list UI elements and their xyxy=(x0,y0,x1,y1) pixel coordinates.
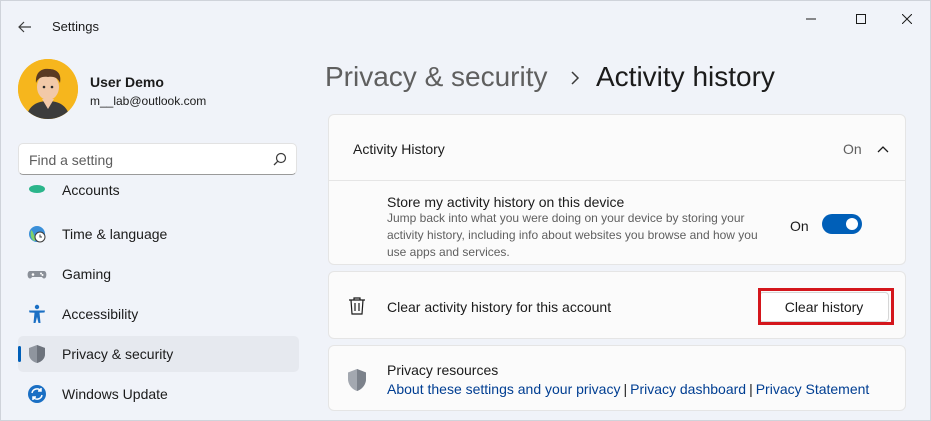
expander-title: Activity History xyxy=(353,141,445,157)
sidebar-item-label: Accessibility xyxy=(62,306,139,322)
store-activity-setting: Store my activity history on this device… xyxy=(328,181,906,265)
close-icon xyxy=(902,14,912,24)
search-input[interactable] xyxy=(29,150,259,170)
shield-icon xyxy=(27,344,47,364)
sidebar-item-label: Gaming xyxy=(62,266,112,282)
shield-icon xyxy=(348,369,366,391)
setting-title: Clear activity history for this account xyxy=(387,299,612,315)
accounts-icon xyxy=(27,184,47,204)
sidebar-item-windows-update[interactable]: Windows Update xyxy=(18,376,299,412)
clear-history-setting: Clear activity history for this account … xyxy=(328,271,906,339)
sidebar-item-label: Time & language xyxy=(62,226,168,242)
toggle-state-label: On xyxy=(790,218,809,234)
user-name: User Demo xyxy=(90,74,164,90)
link-separator: | xyxy=(623,381,628,397)
sidebar-nav: Accounts Time & language Gaming Accessib… xyxy=(18,179,299,421)
link-about-settings-privacy[interactable]: About these settings and your privacy xyxy=(387,381,620,397)
resources-links: About these settings and your privacy | Pr… xyxy=(387,381,869,397)
link-privacy-statement[interactable]: Privacy Statement xyxy=(756,381,870,397)
expander-status: On xyxy=(843,141,862,157)
toggle-knob xyxy=(846,218,858,230)
back-arrow-icon xyxy=(18,21,31,33)
link-separator: | xyxy=(749,381,753,397)
sidebar-item-time-language[interactable]: Time & language xyxy=(18,216,299,252)
minimize-icon xyxy=(806,18,816,20)
clear-history-button[interactable]: Clear history xyxy=(759,292,889,322)
chevron-right-icon xyxy=(571,71,580,85)
sidebar-item-gaming[interactable]: Gaming xyxy=(18,256,299,292)
title-bar: Settings xyxy=(1,1,930,51)
back-button[interactable] xyxy=(11,13,39,41)
sidebar-item-label: Accounts xyxy=(62,182,120,198)
setting-title: Store my activity history on this device xyxy=(387,194,625,210)
sidebar-item-accessibility[interactable]: Accessibility xyxy=(18,296,299,332)
app-title: Settings xyxy=(52,19,99,34)
user-email: m__lab@outlook.com xyxy=(90,94,207,108)
avatar xyxy=(18,59,78,119)
close-button[interactable] xyxy=(884,5,930,33)
gaming-icon xyxy=(27,264,47,284)
sidebar-item-privacy-security[interactable]: Privacy & security xyxy=(18,336,299,372)
store-activity-toggle[interactable] xyxy=(822,214,862,234)
sidebar-item-label: Privacy & security xyxy=(62,346,174,362)
maximize-icon xyxy=(856,14,866,24)
activity-history-expander[interactable]: Activity History On xyxy=(328,114,906,181)
accessibility-icon xyxy=(27,304,47,324)
breadcrumb-parent[interactable]: Privacy & security xyxy=(325,61,548,93)
sidebar-item-label: Windows Update xyxy=(62,386,168,402)
settings-window: Settings User Demo m__lab@outlook.com Fi… xyxy=(0,0,931,421)
windows-update-icon xyxy=(27,384,47,404)
minimize-button[interactable] xyxy=(788,5,834,33)
maximize-button[interactable] xyxy=(838,5,884,33)
search-box[interactable] xyxy=(18,143,297,175)
resources-title: Privacy resources xyxy=(387,362,499,378)
trash-icon xyxy=(349,297,365,315)
time-language-icon xyxy=(27,224,47,244)
setting-description: Jump back into what you were doing on yo… xyxy=(387,211,758,259)
link-privacy-dashboard[interactable]: Privacy dashboard xyxy=(630,381,746,397)
chevron-up-icon xyxy=(877,146,889,153)
sidebar-item-accounts[interactable]: Accounts xyxy=(18,179,299,212)
search-icon xyxy=(273,152,287,166)
user-avatar-icon xyxy=(18,59,78,119)
privacy-resources: Privacy resources About these settings a… xyxy=(328,345,906,411)
selection-indicator xyxy=(18,346,21,362)
page-title: Activity history xyxy=(596,61,775,92)
